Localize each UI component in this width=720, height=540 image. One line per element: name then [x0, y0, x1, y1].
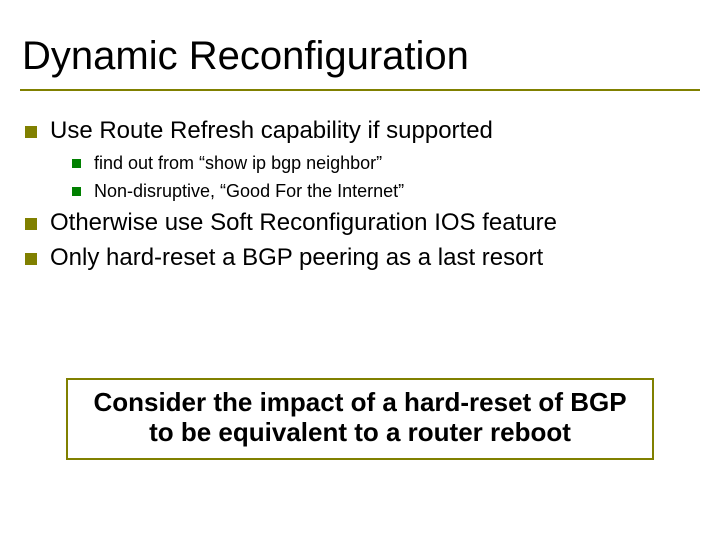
title-underline: [20, 89, 700, 91]
bullet-text: Otherwise use Soft Reconfiguration IOS f…: [50, 209, 557, 236]
slide: Dynamic Reconfiguration Use Route Refres…: [0, 0, 720, 540]
bullet-text: Only hard-reset a BGP peering as a last …: [50, 244, 543, 271]
bullet-text: Use Route Refresh capability if supporte…: [50, 117, 493, 144]
callout-box: Consider the impact of a hard-reset of B…: [66, 378, 654, 460]
square-bullet-icon: [25, 253, 37, 265]
slide-body: Use Route Refresh capability if supporte…: [20, 117, 700, 272]
bullet-text: Non-disruptive, “Good For the Internet”: [94, 181, 404, 201]
slide-title: Dynamic Reconfiguration: [20, 34, 700, 79]
square-bullet-icon: [25, 218, 37, 230]
square-bullet-icon: [25, 126, 37, 138]
bullet-level1: Use Route Refresh capability if supporte…: [24, 117, 690, 146]
callout-text: Consider the impact of a hard-reset of B…: [93, 387, 626, 447]
bullet-level2: Non-disruptive, “Good For the Internet”: [72, 180, 690, 203]
bullet-level2: find out from “show ip bgp neighbor”: [72, 152, 690, 175]
bullet-level1: Only hard-reset a BGP peering as a last …: [24, 244, 690, 273]
square-bullet-icon: [72, 187, 81, 196]
bullet-text: find out from “show ip bgp neighbor”: [94, 153, 382, 173]
square-bullet-icon: [72, 159, 81, 168]
bullet-level1: Otherwise use Soft Reconfiguration IOS f…: [24, 209, 690, 238]
